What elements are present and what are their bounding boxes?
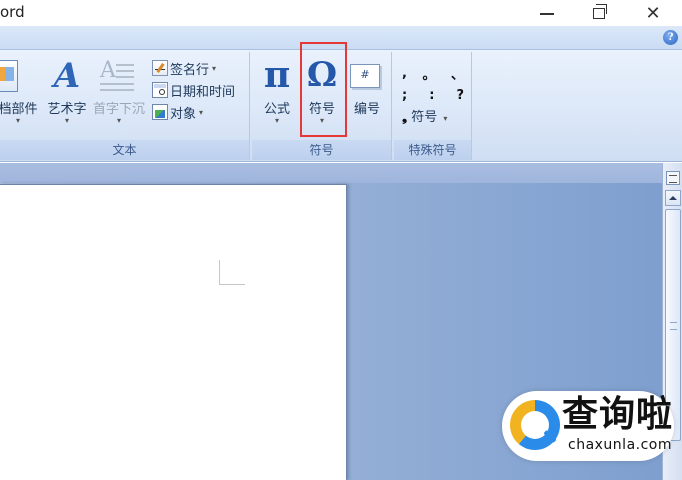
date-time-label: 日期和时间 [170,84,236,100]
chevron-down-icon: ▾ [64,116,69,125]
margin-corner-mark [219,260,245,285]
special-symbol-item[interactable]: 。 [422,64,435,83]
special-symbol-label: 符号 [411,110,438,125]
special-symbol-item[interactable]: 、 [451,64,464,83]
chevron-down-icon: ▾ [212,63,217,73]
numbering-button[interactable]: # 编号 [346,56,388,134]
window-title: ord [0,3,25,21]
quick-parts-label: 档部件 [0,102,38,117]
special-symbol-grid: , 。 、 ; : ? [402,62,464,106]
document-top-margin [0,163,662,183]
group-text: 档部件 ▾ A 艺术字 ▾ A 首字下沉 ▾ 签名行 ▾ 日期和时间 对象 ▾ … [0,52,250,160]
group-symbols-label: 符号 [252,140,391,160]
document-page[interactable] [0,184,347,480]
chevron-down-icon: ▾ [443,114,448,123]
object-button[interactable]: 对象 ▾ [152,102,203,122]
scroll-up-icon[interactable] [665,190,681,206]
pi-icon: π [263,54,291,96]
quick-parts-icon [0,60,18,92]
group-special-symbols-label: 特殊符号 [394,140,471,160]
number-icon: # [350,64,380,88]
drop-cap-icon: A [98,58,136,92]
signature-line-icon [152,60,168,76]
numbering-label: 编号 [353,102,380,117]
special-symbol-item[interactable]: , [402,66,407,81]
special-symbol-row: ; : ? [402,84,464,106]
wordart-button[interactable]: A 艺术字 ▾ [44,56,90,134]
signature-line-button[interactable]: 签名行 ▾ [152,58,216,78]
close-icon: ✕ [645,2,661,24]
equation-label: 公式 [263,102,290,117]
chevron-down-icon: ▾ [199,107,204,117]
special-symbol-row: , 。 、 [402,62,464,84]
equation-button[interactable]: π 公式 ▾ [256,54,298,134]
minimize-button[interactable] [524,0,570,26]
watermark-cn: 查询啦 [562,394,674,435]
help-icon[interactable]: ? [663,30,678,45]
special-symbol-item[interactable]: ? [456,88,464,103]
special-symbol-item[interactable]: ; [402,88,407,103]
quick-parts-button[interactable]: 档部件 ▾ [0,56,42,134]
group-text-label: 文本 [0,140,249,160]
chevron-down-icon: ▾ [15,116,20,125]
ruler-toggle-icon[interactable] [666,171,680,185]
close-button[interactable]: ✕ [630,0,676,26]
special-symbol-item[interactable]: : [429,88,434,103]
special-symbol-icon: ❟ [402,110,408,125]
date-time-icon [152,82,168,98]
group-special-symbols: , 。 、 ; : ? ❟ 符号 ▾ 特殊符号 [394,52,472,160]
wordart-label: 艺术字 [47,102,87,117]
object-icon [152,104,168,120]
wordart-icon: A [53,56,81,96]
chevron-down-icon: ▾ [116,116,121,125]
watermark-logo: 查询啦 chaxunla.com [502,391,674,461]
special-symbol-dropdown[interactable]: ❟ 符号 ▾ [402,106,447,125]
minimize-icon [540,13,554,15]
watermark-en: chaxunla.com [568,437,672,453]
title-bar: ord ✕ [0,0,682,26]
restore-button[interactable] [576,0,622,26]
magnifier-logo-icon [510,400,560,450]
restore-icon [593,3,607,19]
signature-line-label: 签名行 [170,62,210,78]
highlight-box [300,42,347,137]
drop-cap-label: 首字下沉 [92,102,145,117]
chevron-down-icon: ▾ [274,116,279,125]
object-label: 对象 [170,106,197,122]
drop-cap-button[interactable]: A 首字下沉 ▾ [90,56,148,134]
date-time-button[interactable]: 日期和时间 [152,80,235,100]
